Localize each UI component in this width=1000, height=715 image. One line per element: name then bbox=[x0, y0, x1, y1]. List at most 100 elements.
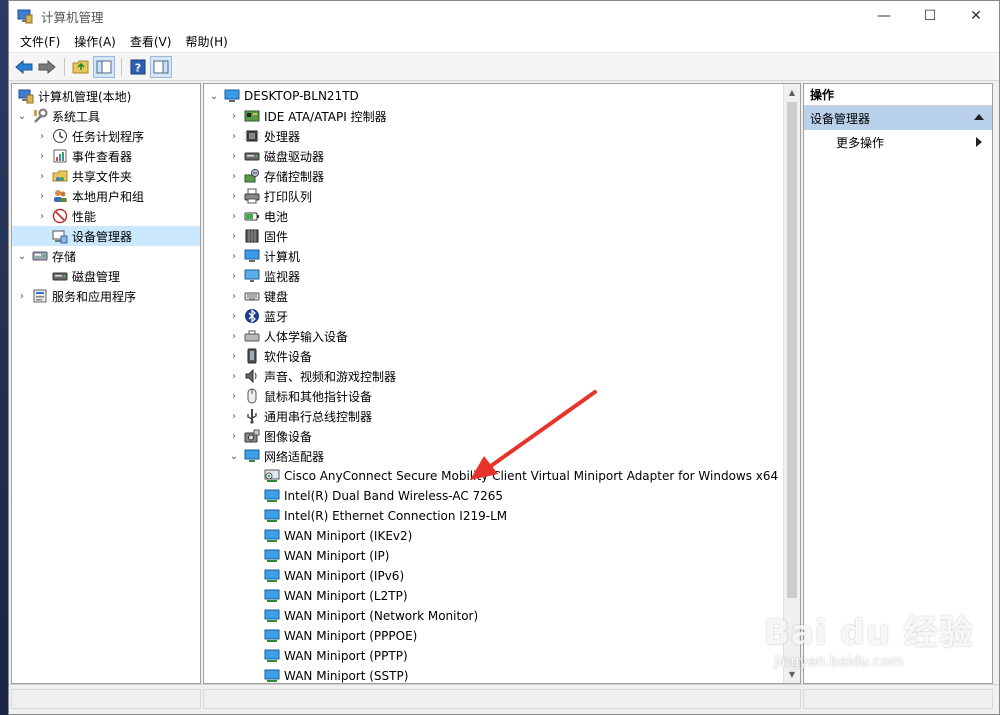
tree-item-label: 存储 bbox=[52, 249, 77, 264]
network-adapter-item[interactable]: WAN Miniport (L2TP) bbox=[204, 586, 800, 606]
tree-item-label: 蓝牙 bbox=[264, 309, 289, 324]
expand-chevron-icon[interactable]: › bbox=[228, 330, 240, 342]
monitor-icon bbox=[244, 268, 260, 284]
back-button[interactable] bbox=[13, 56, 35, 78]
scroll-up-arrow-icon[interactable]: ▲ bbox=[784, 84, 800, 101]
vertical-scrollbar[interactable]: ▲ ▼ bbox=[783, 84, 800, 683]
title-bar[interactable]: 计算机管理 — ☐ ✕ bbox=[9, 1, 999, 31]
maximize-button[interactable]: ☐ bbox=[907, 1, 953, 31]
tree-item-label: 磁盘管理 bbox=[72, 269, 121, 284]
tree-item-label: 处理器 bbox=[264, 129, 301, 144]
console-tree-item[interactable]: 计算机管理(本地) bbox=[12, 86, 200, 106]
expand-chevron-icon[interactable]: › bbox=[228, 410, 240, 422]
show-hide-console-tree-button[interactable] bbox=[93, 55, 115, 78]
minimize-button[interactable]: — bbox=[861, 1, 907, 31]
collapse-triangle-icon[interactable] bbox=[974, 114, 984, 120]
expand-chevron-icon[interactable]: › bbox=[228, 350, 240, 362]
console-tree-item[interactable]: ⌄ 存储 bbox=[12, 246, 200, 266]
expand-chevron-icon[interactable]: › bbox=[228, 130, 240, 142]
device-tree-root[interactable]: ⌄ DESKTOP-BLN21TD bbox=[204, 86, 800, 106]
forward-button[interactable] bbox=[36, 56, 58, 78]
network-adapter-item[interactable]: WAN Miniport (PPPOE) bbox=[204, 626, 800, 646]
expand-chevron-icon[interactable]: › bbox=[36, 170, 48, 182]
device-category[interactable]: › 通用串行总线控制器 bbox=[204, 406, 800, 426]
battery-icon bbox=[244, 208, 260, 224]
expand-chevron-icon[interactable]: › bbox=[228, 290, 240, 302]
network-adapter-item[interactable]: Intel(R) Ethernet Connection I219-LM bbox=[204, 506, 800, 526]
console-tree-item[interactable]: › 任务计划程序 bbox=[12, 126, 200, 146]
actions-section-device-manager[interactable]: 设备管理器 bbox=[804, 106, 992, 130]
device-category[interactable]: › 计算机 bbox=[204, 246, 800, 266]
console-tree-item[interactable]: 磁盘管理 bbox=[12, 266, 200, 286]
collapse-chevron-icon[interactable]: ⌄ bbox=[228, 450, 240, 462]
expand-chevron-icon[interactable]: › bbox=[228, 150, 240, 162]
expand-chevron-icon[interactable]: › bbox=[228, 170, 240, 182]
expand-chevron-icon[interactable]: › bbox=[228, 310, 240, 322]
expand-chevron-icon[interactable]: › bbox=[228, 230, 240, 242]
network-adapter-item[interactable]: WAN Miniport (SSTP) bbox=[204, 666, 800, 683]
expand-chevron-icon[interactable]: › bbox=[228, 110, 240, 122]
network-adapter-item[interactable]: WAN Miniport (IKEv2) bbox=[204, 526, 800, 546]
menu-file[interactable]: 文件(F) bbox=[13, 33, 67, 50]
console-tree-item[interactable]: › 服务和应用程序 bbox=[12, 286, 200, 306]
expand-chevron-icon[interactable]: › bbox=[228, 210, 240, 222]
device-category[interactable]: › 打印队列 bbox=[204, 186, 800, 206]
collapse-chevron-icon[interactable]: ⌄ bbox=[16, 250, 28, 262]
network-adapter-item[interactable]: WAN Miniport (IPv6) bbox=[204, 566, 800, 586]
more-actions-link[interactable]: 更多操作 bbox=[804, 130, 992, 154]
close-button[interactable]: ✕ bbox=[953, 1, 999, 31]
network-adapter-item[interactable]: WAN Miniport (Network Monitor) bbox=[204, 606, 800, 626]
menu-view[interactable]: 查看(V) bbox=[123, 33, 179, 50]
device-category[interactable]: › 人体学输入设备 bbox=[204, 326, 800, 346]
expand-chevron-icon[interactable]: › bbox=[228, 390, 240, 402]
device-category[interactable]: › 键盘 bbox=[204, 286, 800, 306]
console-tree-item[interactable]: › 共享文件夹 bbox=[12, 166, 200, 186]
device-category[interactable]: › 软件设备 bbox=[204, 346, 800, 366]
menu-help[interactable]: 帮助(H) bbox=[178, 33, 234, 50]
device-category[interactable]: › 固件 bbox=[204, 226, 800, 246]
console-tree-item[interactable]: 设备管理器 bbox=[12, 226, 200, 246]
device-category[interactable]: › IDE ATA/ATAPI 控制器 bbox=[204, 106, 800, 126]
device-category[interactable]: › 磁盘驱动器 bbox=[204, 146, 800, 166]
device-category[interactable]: › 处理器 bbox=[204, 126, 800, 146]
network-adapter-item[interactable]: WAN Miniport (IP) bbox=[204, 546, 800, 566]
services-apps-icon bbox=[32, 288, 48, 304]
expand-chevron-icon[interactable]: › bbox=[228, 190, 240, 202]
storage-icon bbox=[32, 248, 48, 264]
help-button[interactable]: ? bbox=[127, 56, 149, 78]
network-adapter-item[interactable]: Intel(R) Dual Band Wireless-AC 7265 bbox=[204, 486, 800, 506]
collapse-chevron-icon[interactable]: ⌄ bbox=[208, 90, 220, 102]
device-category[interactable]: › 存储控制器 bbox=[204, 166, 800, 186]
menu-action[interactable]: 操作(A) bbox=[67, 33, 123, 50]
device-category-network-adapters[interactable]: ⌄ 网络适配器 bbox=[204, 446, 800, 466]
device-category[interactable]: › 鼠标和其他指针设备 bbox=[204, 386, 800, 406]
device-category[interactable]: › 声音、视频和游戏控制器 bbox=[204, 366, 800, 386]
collapse-chevron-icon[interactable]: ⌄ bbox=[16, 110, 28, 122]
device-category[interactable]: › 电池 bbox=[204, 206, 800, 226]
show-hide-action-pane-button[interactable] bbox=[150, 55, 172, 78]
console-tree-pane: 计算机管理(本地) ⌄ 系统工具 › 任务计划程序 › 事件查看器 › 共享文件夹 › 本地用户和组… bbox=[11, 83, 201, 684]
console-tree-item[interactable]: › 本地用户和组 bbox=[12, 186, 200, 206]
console-tree-item[interactable]: › 事件查看器 bbox=[12, 146, 200, 166]
expand-chevron-icon[interactable]: › bbox=[228, 370, 240, 382]
network-device-icon bbox=[264, 588, 280, 604]
expand-chevron-icon[interactable]: › bbox=[228, 270, 240, 282]
device-category[interactable]: › 图像设备 bbox=[204, 426, 800, 446]
scrollbar-thumb[interactable] bbox=[787, 102, 797, 598]
console-tree-item[interactable]: › 性能 bbox=[12, 206, 200, 226]
network-adapter-item[interactable]: Cisco AnyConnect Secure Mobility Client … bbox=[204, 466, 800, 486]
expand-chevron-icon[interactable]: › bbox=[16, 290, 28, 302]
device-category[interactable]: › 蓝牙 bbox=[204, 306, 800, 326]
network-adapter-item[interactable]: WAN Miniport (PPTP) bbox=[204, 646, 800, 666]
expand-chevron-icon[interactable]: › bbox=[36, 210, 48, 222]
console-tree-item[interactable]: ⌄ 系统工具 bbox=[12, 106, 200, 126]
root-computer-icon bbox=[224, 88, 240, 104]
expand-chevron-icon[interactable]: › bbox=[36, 190, 48, 202]
expand-chevron-icon[interactable]: › bbox=[228, 250, 240, 262]
up-one-level-button[interactable] bbox=[70, 56, 92, 78]
expand-chevron-icon[interactable]: › bbox=[36, 130, 48, 142]
expand-chevron-icon[interactable]: › bbox=[36, 150, 48, 162]
expand-chevron-icon[interactable]: › bbox=[228, 430, 240, 442]
device-category[interactable]: › 监视器 bbox=[204, 266, 800, 286]
